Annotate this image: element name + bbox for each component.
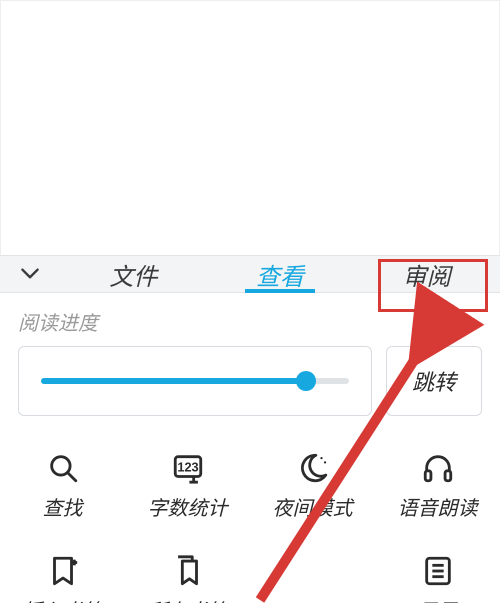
reading-progress-section: 阅读进度 跳转 — [0, 293, 500, 416]
tool-wordcount-label: 字数统计 — [148, 492, 228, 521]
tab-view[interactable]: 查看 — [207, 256, 354, 292]
tool-tts-label: 语音朗读 — [398, 492, 478, 521]
tool-all-bookmarks-label: 所有书签 — [148, 595, 228, 603]
tool-wordcount[interactable]: 123 字数统计 — [125, 434, 250, 537]
tool-nightmode[interactable]: 夜间模式 — [250, 434, 375, 537]
progress-slider[interactable] — [41, 378, 349, 384]
moon-icon — [295, 450, 331, 486]
wordcount-icon: 123 — [170, 450, 206, 486]
tab-bar: 文件 查看 审阅 — [0, 255, 500, 293]
document-area — [0, 0, 500, 255]
headphones-icon — [420, 450, 456, 486]
bookmark-add-icon — [45, 553, 81, 589]
tool-insert-bookmark[interactable]: 插入书签 — [0, 537, 125, 603]
tab-file-label: 文件 — [109, 257, 157, 292]
tab-file[interactable]: 文件 — [60, 256, 207, 292]
tab-review-label: 审阅 — [403, 257, 451, 292]
toc-icon — [420, 553, 456, 589]
progress-slider-fill — [41, 378, 306, 384]
tab-review[interactable]: 审阅 — [353, 256, 500, 292]
progress-row: 跳转 — [18, 346, 482, 416]
tool-tts[interactable]: 语音朗读 — [375, 434, 500, 537]
reading-progress-label: 阅读进度 — [18, 307, 482, 336]
tool-toc[interactable]: 目录 — [375, 537, 500, 603]
tool-search-label: 查找 — [43, 492, 83, 521]
jump-button-label: 跳转 — [412, 365, 456, 397]
tab-view-label: 查看 — [256, 257, 304, 292]
bookmarks-icon — [170, 553, 206, 589]
jump-button[interactable]: 跳转 — [386, 346, 482, 416]
tool-nightmode-label: 夜间模式 — [273, 492, 353, 521]
tool-toc-label: 目录 — [418, 595, 458, 603]
chevron-down-icon — [12, 256, 48, 292]
tools-grid: 查找 123 字数统计 夜间模式 语音朗读 插入书签 — [0, 416, 500, 603]
tool-search[interactable]: 查找 — [0, 434, 125, 537]
collapse-button[interactable] — [0, 256, 60, 292]
svg-text:123: 123 — [177, 460, 198, 475]
search-icon — [45, 450, 81, 486]
tool-all-bookmarks[interactable]: 所有书签 — [125, 537, 250, 603]
progress-slider-thumb[interactable] — [296, 371, 316, 391]
progress-slider-box — [18, 346, 372, 416]
app-screen: 文件 查看 审阅 阅读进度 跳转 查找 123 字数统计 — [0, 0, 500, 603]
tool-insert-bookmark-label: 插入书签 — [23, 595, 103, 603]
